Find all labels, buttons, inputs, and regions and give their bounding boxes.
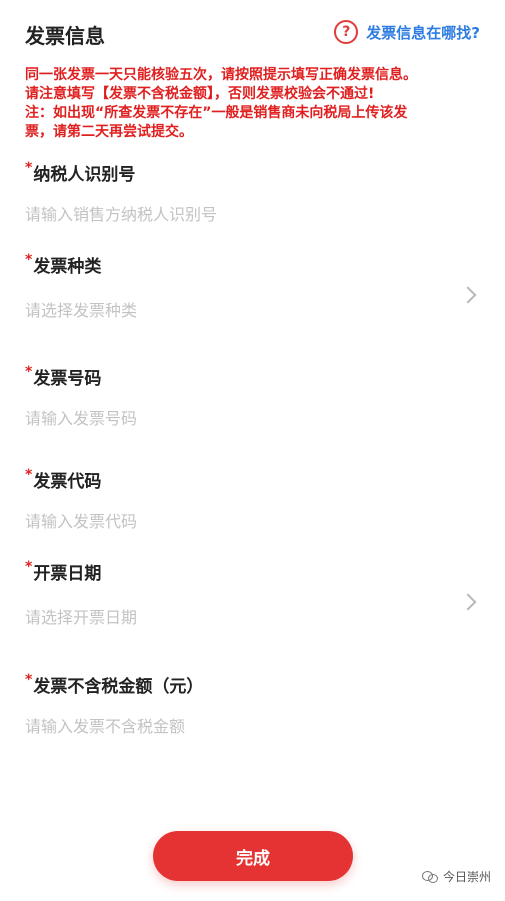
invoice-date-field: *开票日期 请选择开票日期 [25, 559, 480, 628]
invoice-number-label: *发票号码 [25, 364, 102, 389]
help-link[interactable]: ? 发票信息在哪找? [334, 20, 480, 44]
invoice-type-label: *发票种类 [25, 252, 102, 277]
chevron-right-icon [459, 593, 477, 611]
wechat-icon [421, 870, 438, 883]
required-mark: * [25, 252, 33, 268]
required-mark: * [25, 672, 33, 688]
invoice-type-field: *发票种类 请选择发票种类 [25, 252, 480, 321]
watermark: 今日崇州 [421, 868, 491, 885]
amount-field: *发票不含税金额（元） [25, 672, 480, 736]
invoice-number-field: *发票号码 [25, 364, 480, 428]
invoice-code-label: *发票代码 [25, 467, 102, 492]
required-mark: * [25, 467, 33, 483]
invoice-date-placeholder: 请选择开票日期 [25, 608, 138, 627]
invoice-type-placeholder: 请选择发票种类 [25, 301, 138, 320]
invoice-code-input[interactable] [25, 512, 425, 531]
warning-notice: 同一张发票一天只能核验五次，请按照提示填写正确发票信息。 请注意填写【发票不含税… [25, 66, 485, 142]
amount-input[interactable] [25, 717, 425, 736]
notice-line: 注：如出现“所查发票不存在”一般是销售商未向税局上传该发 [25, 105, 408, 121]
taxpayer-id-label: *纳税人识别号 [25, 160, 136, 185]
invoice-type-select[interactable]: 请选择发票种类 [25, 286, 480, 321]
required-mark: * [25, 160, 33, 176]
page-header: 发票信息 ? 发票信息在哪找? [25, 18, 480, 50]
required-mark: * [25, 559, 33, 575]
invoice-date-label: *开票日期 [25, 559, 102, 584]
amount-label: *发票不含税金额（元） [25, 672, 204, 697]
invoice-code-field: *发票代码 [25, 467, 480, 531]
watermark-text: 今日崇州 [442, 870, 491, 884]
notice-line: 同一张发票一天只能核验五次，请按照提示填写正确发票信息。 [25, 67, 417, 83]
taxpayer-id-input[interactable] [25, 205, 425, 224]
question-icon: ? [334, 20, 359, 44]
required-mark: * [25, 364, 33, 380]
notice-line: 请注意填写【发票不含税金额】，否则发票校验会不通过! [25, 86, 375, 102]
done-button[interactable]: 完成 [153, 831, 353, 881]
taxpayer-id-field: *纳税人识别号 [25, 160, 480, 224]
invoice-date-select[interactable]: 请选择开票日期 [25, 593, 480, 628]
page-title: 发票信息 [25, 24, 105, 48]
chevron-right-icon [459, 286, 477, 304]
notice-line: 票，请第二天再尝试提交。 [25, 124, 193, 140]
help-link-label: 发票信息在哪找? [366, 23, 480, 42]
invoice-number-input[interactable] [25, 409, 425, 428]
